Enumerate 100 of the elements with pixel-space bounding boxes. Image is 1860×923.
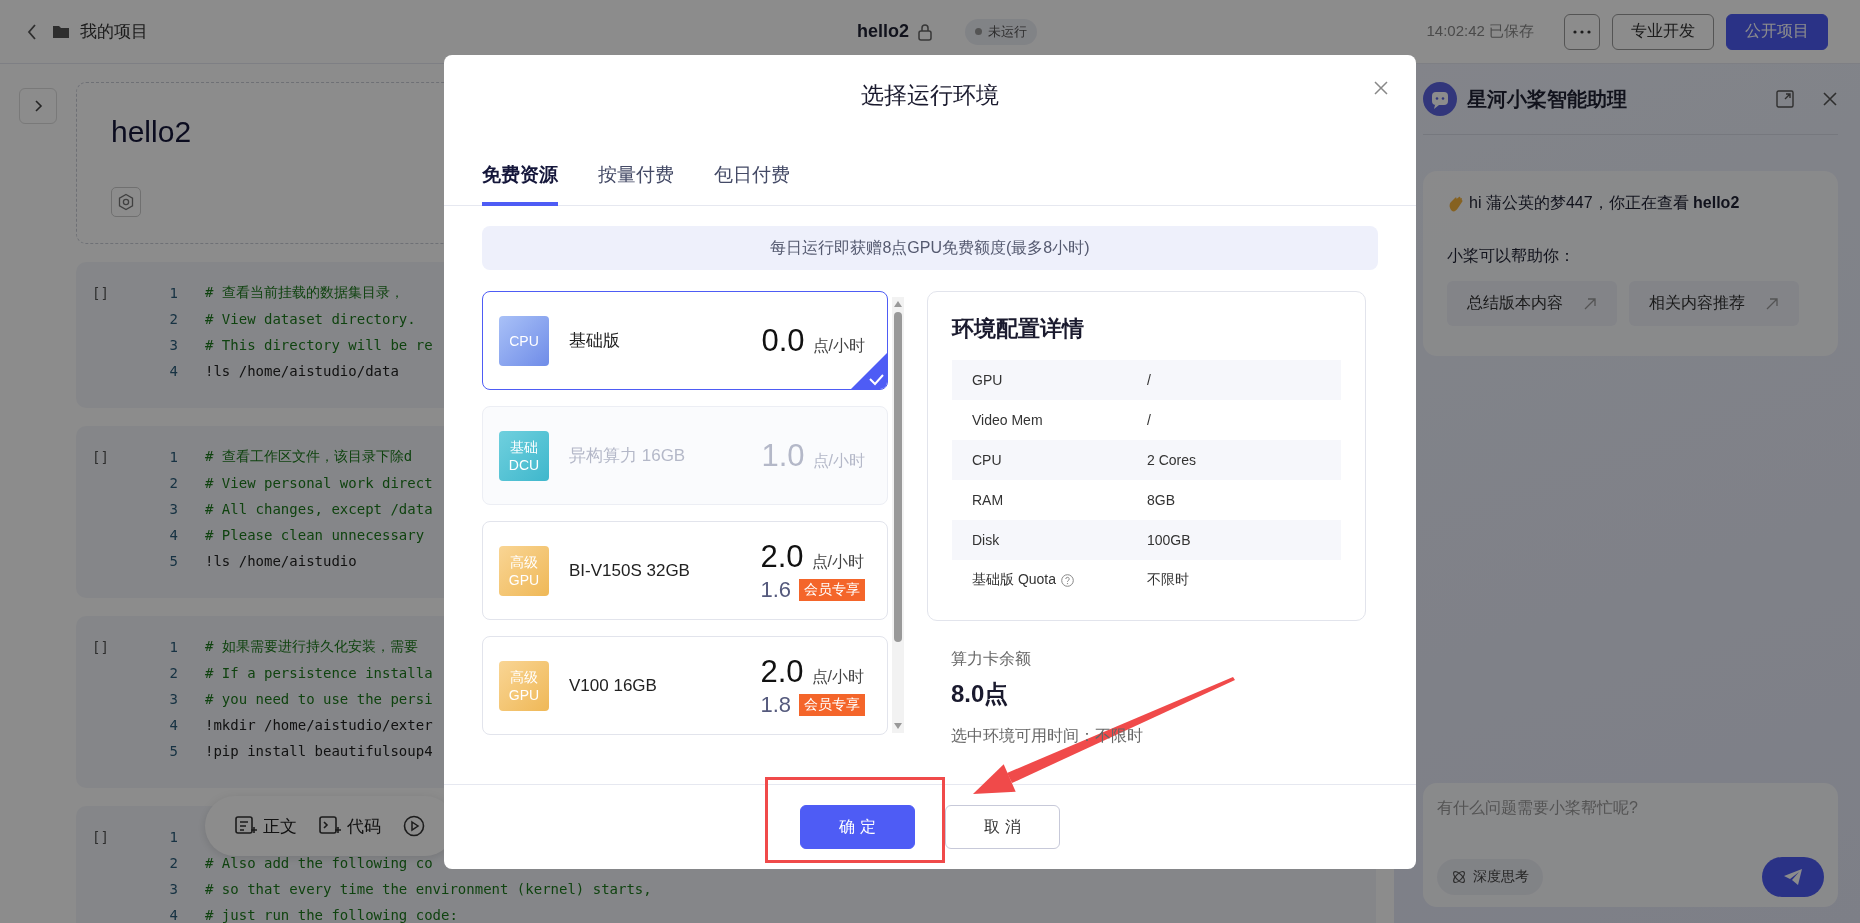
code-line: # Please clean unnecessary [205,527,425,543]
tier-icon: 基础 DCU [499,430,549,481]
cell-prompt: [] [92,448,110,467]
back-icon[interactable] [26,22,38,41]
scroll-down-icon[interactable] [893,722,903,730]
line-number: 2 [168,475,178,491]
tab[interactable]: 按量付费 [598,162,674,206]
text-insert-icon [235,816,257,836]
balance-value: 8.0点 [951,679,1010,709]
environment-name: 异构算力 16GB [569,445,686,467]
member-price: 1.6 [760,576,791,603]
code-line: # 查看当前挂载的数据集目录， [205,284,404,302]
confirm-button[interactable]: 确 定 [800,805,915,849]
scrollbar[interactable] [892,297,904,733]
arrow-up-right-icon [1583,296,1597,311]
environment-card[interactable]: 高级 GPU V100 16GB 2.0 点/小时 1.8 会员专享 [482,636,888,735]
tier-icon: CPU [499,315,549,366]
expand-icon[interactable] [1776,90,1794,108]
atom-icon [1451,869,1467,885]
price-value: 1.0 [761,437,805,474]
breadcrumb-link[interactable]: 我的项目 [80,20,148,43]
folder-icon [52,24,70,39]
chat-bot-icon [1423,82,1457,116]
code-line: # View dataset directory. [205,311,416,327]
spec-value: 2 Cores [1147,452,1197,468]
line-number: 2 [168,665,178,681]
send-button[interactable] [1762,857,1824,897]
code-line: # Also add the following co [205,855,433,871]
spec-value: 100GB [1147,532,1191,548]
line-number: 3 [168,501,178,517]
line-number: 3 [168,881,178,897]
code-line: # View personal work direct [205,475,433,491]
header-button[interactable]: 专业开发 [1612,13,1714,50]
line-number: 5 [168,743,178,759]
spec-label: Video Mem [972,412,1043,428]
code-line: # All changes, except /data [205,501,433,517]
more-button[interactable] [1564,13,1600,50]
environment-name: 基础版 [569,330,620,352]
spec-value: / [1147,412,1151,428]
help-icon[interactable] [1061,573,1075,587]
code-line: !pip install beautifulsoup4 [205,743,433,759]
code-line: # just run the following code: [205,907,458,923]
spec-label: GPU [972,372,1003,388]
insert-button[interactable]: 正文 [235,814,297,838]
lock-icon [917,22,933,41]
environment-card[interactable]: CPU 基础版 0.0 点/小时 [482,291,888,390]
header-button[interactable]: 公开项目 [1726,13,1828,50]
assistant-title: 星河小桨智能助理 [1467,86,1627,112]
environment-name: V100 16GB [569,675,657,696]
close-icon[interactable] [1374,81,1388,95]
member-badge: 会员专享 [799,693,865,716]
play-icon[interactable] [403,815,425,837]
line-number: 3 [168,691,178,707]
suggestion-button[interactable]: 总结版本内容 [1447,281,1617,326]
tier-icon: 高级 GPU [499,660,549,711]
member-price: 1.8 [760,691,791,718]
price-value: 0.0 [761,322,805,359]
cell-prompt: [] [92,638,110,657]
expand-button[interactable] [19,88,57,124]
spec-label: RAM [972,492,1004,508]
arrow-up-right-icon [1765,296,1779,311]
spec-value: / [1147,372,1151,388]
cancel-button[interactable]: 取 消 [945,805,1060,849]
price-unit: 点/小时 [812,335,865,356]
settings-button[interactable] [111,187,141,217]
price-unit: 点/小时 [812,450,865,471]
code-line: # so that every time the environment (kernel) starts, [205,881,652,897]
price-unit: 点/小时 [811,551,864,572]
line-number: 2 [168,855,178,871]
suggestion-button[interactable]: 相关内容推荐 [1629,281,1799,326]
member-badge: 会员专享 [799,578,865,601]
code-line: # 查看工作区文件，该目录下除d [205,448,413,466]
code-line: !ls /home/aistudio [205,553,357,569]
status-badge: 未运行 [965,18,1037,45]
scroll-up-icon[interactable] [893,300,903,308]
environment-name: BI-V150S 32GB [569,560,690,581]
spec-label: Disk [972,532,1000,548]
price-value: 2.0 [760,538,804,575]
close-icon[interactable] [1822,91,1838,107]
insert-button[interactable]: 代码 [319,814,381,838]
environment-card[interactable]: 高级 GPU BI-V150S 32GB 2.0 点/小时 1.6 会员专享 [482,521,888,620]
line-number: 1 [168,639,178,655]
code-line: # you need to use the persi [205,691,433,707]
tab[interactable]: 包日付费 [714,162,790,206]
line-number: 1 [168,449,178,465]
tab[interactable]: 免费资源 [482,162,558,206]
save-status: 14:02:42 已保存 [1426,22,1534,41]
code-line: # This directory will be re [205,337,433,353]
details-title: 环境配置详情 [952,315,1085,343]
line-number: 1 [168,285,178,301]
code-line: # 如果需要进行持久化安装，需要 [205,638,418,656]
cell-prompt: [] [92,284,110,303]
project-title: hello2 [857,21,909,42]
send-icon [1783,868,1803,886]
spec-value: 不限时 [1147,571,1189,589]
price-unit: 点/小时 [811,666,864,687]
deep-think-button[interactable]: 深度思考 [1437,859,1543,895]
help-label: 小桨可以帮助你： [1447,246,1576,266]
info-banner: 每日运行即获赠8点GPU免费额度(最多8小时) [482,226,1378,270]
greeting-text: hi 蒲公英的梦447，你正在查看 hello2 [1469,193,1740,213]
